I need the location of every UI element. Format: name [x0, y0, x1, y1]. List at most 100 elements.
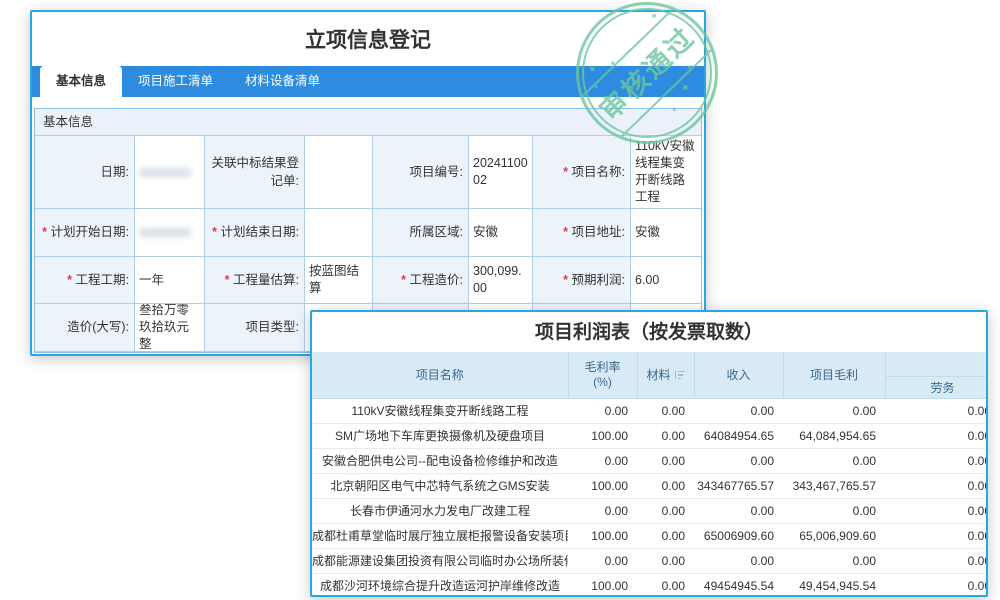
- field-value-region: 安徽: [469, 209, 533, 257]
- labor-value[interactable]: 0.00: [885, 498, 988, 523]
- labor-value[interactable]: 0.00: [885, 523, 988, 548]
- gross-profit-value: 0.00: [783, 448, 885, 473]
- material-value[interactable]: 0.00: [637, 398, 694, 423]
- column-header-material: 材料: [637, 352, 694, 398]
- income-value[interactable]: 0.00: [694, 398, 783, 423]
- tab-basic-info[interactable]: 基本信息: [40, 66, 122, 97]
- material-value[interactable]: 0.00: [637, 448, 694, 473]
- field-value-project-name: 110kV安徽线程集变开断线路工程: [631, 136, 701, 209]
- labor-value[interactable]: 0.00: [885, 448, 988, 473]
- field-value-cost-in-words: 叁拾万零玖拾玖元整: [135, 304, 205, 352]
- income-value[interactable]: 0.00: [694, 548, 783, 573]
- sort-icon[interactable]: [675, 370, 685, 380]
- project-name-link[interactable]: 成都沙河环境综合提升改造运河护岸维修改造: [312, 573, 568, 597]
- project-name-link[interactable]: 成都杜甫草堂临时展厅独立展柜报警设备安装项目: [312, 523, 568, 548]
- gross-profit-value: 64,084,954.65: [783, 423, 885, 448]
- table-row: 成都杜甫草堂临时展厅独立展柜报警设备安装项目 100.00 0.00 65006…: [312, 523, 988, 548]
- material-value[interactable]: 0.00: [637, 473, 694, 498]
- field-label-quantity-estimate: 工程量估算:: [205, 257, 305, 304]
- field-label-project-duration: 工程工期:: [35, 257, 135, 304]
- column-header-income: 收入: [694, 352, 783, 398]
- income-value[interactable]: 343467765.57: [694, 473, 783, 498]
- material-value[interactable]: 0.00: [637, 498, 694, 523]
- field-value-project-cost: 300,099.00: [469, 257, 533, 304]
- gross-margin-value: 100.00: [568, 423, 637, 448]
- material-value[interactable]: 0.00: [637, 423, 694, 448]
- profit-table: 项目名称 毛利率 (%) 材料 收入 项目毛利 劳务 110kV安徽线程集变开断…: [312, 352, 988, 597]
- field-label-project-number: 项目编号:: [373, 136, 469, 209]
- table-row: 成都能源建设集团投资有限公司临时办公场所装修改造 0.00 0.00 0.00 …: [312, 548, 988, 573]
- gross-profit-value: 0.00: [783, 498, 885, 523]
- material-value[interactable]: 0.00: [637, 548, 694, 573]
- column-header-gross-margin: 毛利率 (%): [568, 352, 637, 398]
- field-label-linked-bid-result: 关联中标结果登记单:: [205, 136, 305, 209]
- table-row: 成都沙河环境综合提升改造运河护岸维修改造 100.00 0.00 4945494…: [312, 573, 988, 597]
- field-value-project-address: 安徽: [631, 209, 701, 257]
- project-name-link[interactable]: 安徽合肥供电公司--配电设备检修维护和改造: [312, 448, 568, 473]
- table-row: 北京朝阳区电气中芯特气系统之GMS安装 100.00 0.00 34346776…: [312, 473, 988, 498]
- profit-table-panel: 项目利润表（按发票取数） 项目名称 毛利率 (%) 材料 收入 项目毛利: [310, 310, 988, 597]
- gross-margin-value: 0.00: [568, 448, 637, 473]
- income-value[interactable]: 64084954.65: [694, 423, 783, 448]
- field-label-project-address: 项目地址:: [533, 209, 631, 257]
- section-header: 基本信息: [35, 109, 701, 136]
- profit-table-title: 项目利润表（按发票取数）: [312, 312, 986, 352]
- table-row: SM广场地下车库更换摄像机及硬盘项目 100.00 0.00 64084954.…: [312, 423, 988, 448]
- field-label-date: 日期:: [35, 136, 135, 209]
- field-label-plan-end-date: 计划结束日期:: [205, 209, 305, 257]
- field-value-plan-end-date: [305, 209, 373, 257]
- labor-value[interactable]: 0.00: [885, 573, 988, 597]
- field-value-project-number: 2024110002: [469, 136, 533, 209]
- project-name-link[interactable]: 长春市伊通河水力发电厂改建工程: [312, 498, 568, 523]
- gross-margin-value: 100.00: [568, 523, 637, 548]
- tab-bar: 基本信息 项目施工清单 材料设备清单: [32, 66, 704, 97]
- field-value-date: [135, 136, 205, 209]
- income-value[interactable]: 49454945.54: [694, 573, 783, 597]
- project-name-link[interactable]: 110kV安徽线程集变开断线路工程: [312, 398, 568, 423]
- project-name-link[interactable]: 北京朝阳区电气中芯特气系统之GMS安装: [312, 473, 568, 498]
- table-row: 长春市伊通河水力发电厂改建工程 0.00 0.00 0.00 0.00 0.00: [312, 498, 988, 523]
- labor-value[interactable]: 0.00: [885, 548, 988, 573]
- column-header-group-empty: [885, 352, 988, 376]
- project-name-link[interactable]: 成都能源建设集团投资有限公司临时办公场所装修改造: [312, 548, 568, 573]
- income-value[interactable]: 0.00: [694, 448, 783, 473]
- registration-form-panel: 立项信息登记 基本信息 项目施工清单 材料设备清单 基本信息 日期: 关联中标结…: [30, 10, 706, 356]
- gross-profit-value: 0.00: [783, 548, 885, 573]
- income-value[interactable]: 65006909.60: [694, 523, 783, 548]
- field-label-expected-profit: 预期利润:: [533, 257, 631, 304]
- gross-profit-value: 0.00: [783, 398, 885, 423]
- field-value-plan-start-date: [135, 209, 205, 257]
- labor-value[interactable]: 0.00: [885, 398, 988, 423]
- project-name-link[interactable]: SM广场地下车库更换摄像机及硬盘项目: [312, 423, 568, 448]
- column-header-labor: 劳务: [885, 376, 988, 398]
- labor-value[interactable]: 0.00: [885, 423, 988, 448]
- gross-margin-value: 0.00: [568, 548, 637, 573]
- field-label-project-cost: 工程造价:: [373, 257, 469, 304]
- field-label-region: 所属区域:: [373, 209, 469, 257]
- gross-margin-value: 100.00: [568, 473, 637, 498]
- tab-construction-list[interactable]: 项目施工清单: [122, 66, 229, 97]
- field-label-project-type: 项目类型:: [205, 304, 305, 352]
- material-value[interactable]: 0.00: [637, 523, 694, 548]
- column-header-project-name: 项目名称: [312, 352, 568, 398]
- column-header-project-gross-profit: 项目毛利: [783, 352, 885, 398]
- gross-margin-value: 100.00: [568, 573, 637, 597]
- gross-profit-value: 343,467,765.57: [783, 473, 885, 498]
- tab-material-equipment-list[interactable]: 材料设备清单: [229, 66, 336, 97]
- gross-profit-value: 65,006,909.60: [783, 523, 885, 548]
- labor-value[interactable]: 0.00: [885, 473, 988, 498]
- gross-margin-value: 0.00: [568, 398, 637, 423]
- field-value-quantity-estimate: 按蓝图结算: [305, 257, 373, 304]
- page: 立项信息登记 基本信息 项目施工清单 材料设备清单 基本信息 日期: 关联中标结…: [0, 0, 1000, 600]
- material-value[interactable]: 0.00: [637, 573, 694, 597]
- field-label-cost-in-words: 造价(大写):: [35, 304, 135, 352]
- field-label-plan-start-date: 计划开始日期:: [35, 209, 135, 257]
- field-value-expected-profit: 6.00: [631, 257, 701, 304]
- gross-profit-value: 49,454,945.54: [783, 573, 885, 597]
- field-value-linked-bid-result: [305, 136, 373, 209]
- table-row: 110kV安徽线程集变开断线路工程 0.00 0.00 0.00 0.00 0.…: [312, 398, 988, 423]
- gross-margin-value: 0.00: [568, 498, 637, 523]
- table-row: 安徽合肥供电公司--配电设备检修维护和改造 0.00 0.00 0.00 0.0…: [312, 448, 988, 473]
- income-value[interactable]: 0.00: [694, 498, 783, 523]
- field-label-project-name: 项目名称:: [533, 136, 631, 209]
